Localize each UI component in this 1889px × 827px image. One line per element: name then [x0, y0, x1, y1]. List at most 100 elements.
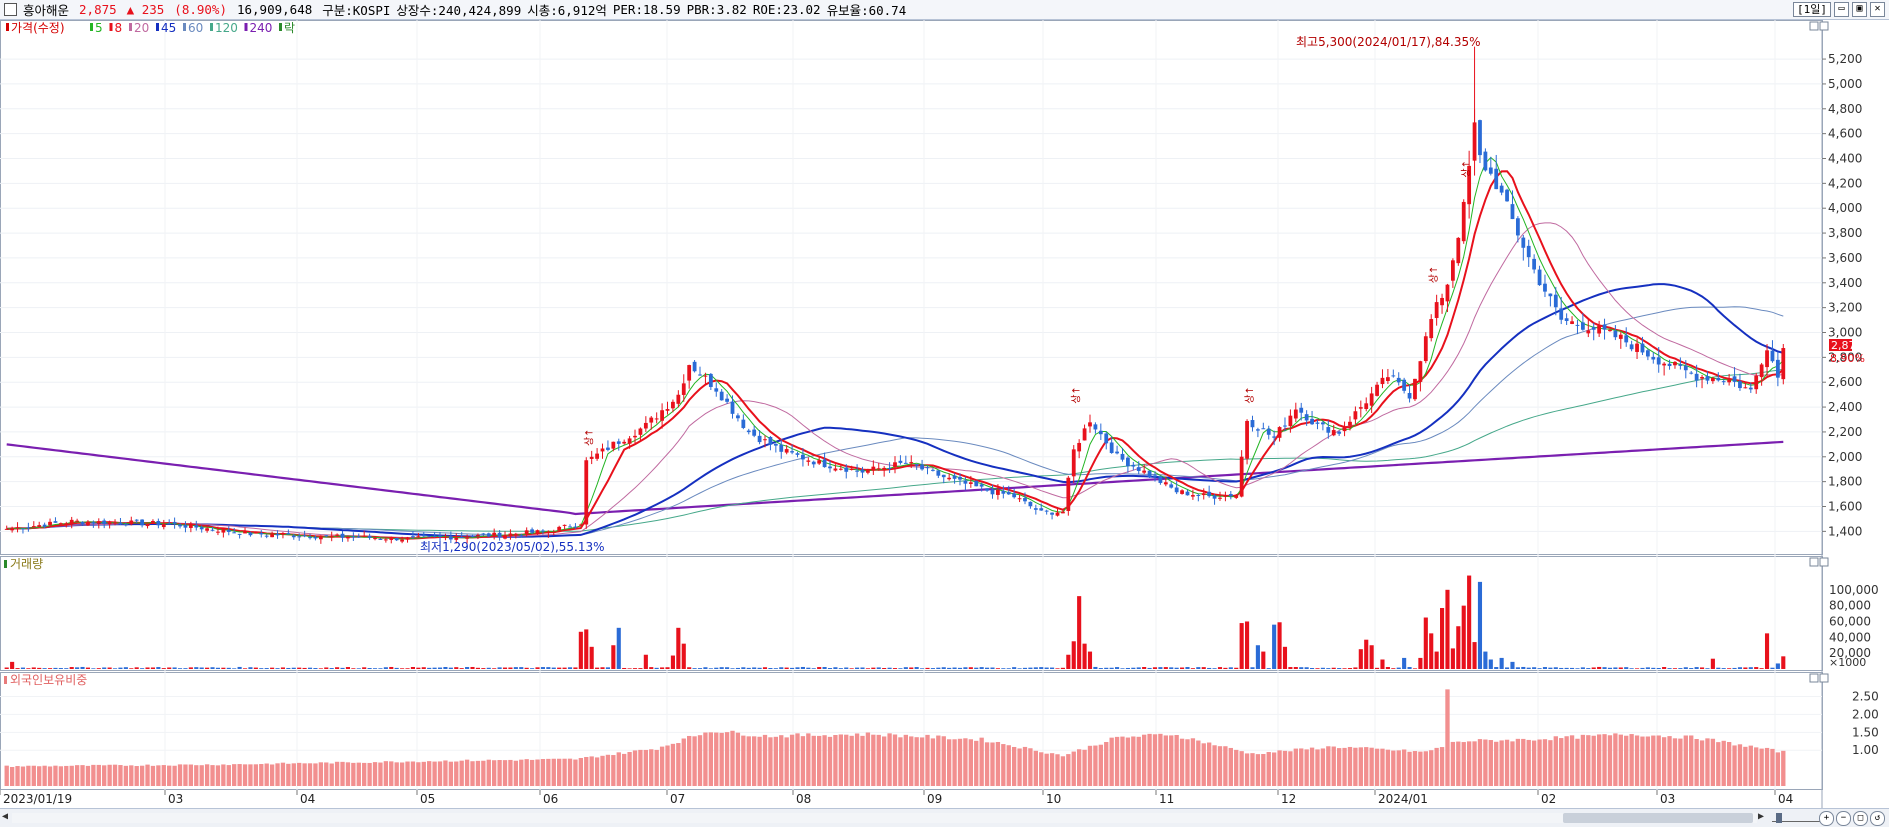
- foreign-ownership-bar: [204, 764, 210, 786]
- price-tick-label: 4,600: [1828, 127, 1862, 141]
- volume-bar: [1142, 667, 1147, 669]
- volume-bar: [85, 667, 91, 669]
- volume-bar: [1613, 667, 1618, 669]
- volume-bar: [654, 667, 659, 669]
- candle-body: [1434, 302, 1439, 318]
- candle-body: [1293, 409, 1298, 419]
- volume-bar: [1499, 657, 1504, 669]
- foreign-ownership-bar: [654, 749, 659, 786]
- candle-body: [909, 462, 914, 464]
- price-tick-label: 1,600: [1828, 500, 1862, 514]
- foreign-ownership-bar: [957, 738, 963, 786]
- volume-bar: [448, 667, 453, 669]
- volume-bar: [1320, 667, 1325, 669]
- candle-body: [1689, 372, 1694, 374]
- candle-body: [432, 535, 437, 537]
- foreign-ownership-bar: [627, 752, 632, 786]
- foreign-ownership-bar: [719, 732, 724, 786]
- foreign-ownership-bar: [102, 765, 107, 786]
- x-tick-label: 02: [1541, 792, 1556, 806]
- volume-bar: [1515, 667, 1520, 669]
- volume-bar: [1607, 667, 1613, 669]
- scroll-track[interactable]: [12, 813, 1757, 823]
- foreign-ownership-bar: [134, 766, 139, 786]
- volume-bar: [1272, 624, 1277, 669]
- foreign-ownership-bar: [1136, 736, 1141, 786]
- foreign-ownership-bar: [1661, 737, 1667, 786]
- price-chart-area[interactable]: 5,200 5,000 4,800 4,600 4,400 4,200 4,000 3,800…: [0, 0, 1889, 808]
- foreign-ownership-bar: [286, 763, 291, 786]
- candle-body: [373, 538, 377, 540]
- foreign-tick-label: 2.50: [1852, 690, 1879, 704]
- candle-body: [1272, 436, 1277, 438]
- volume-bar: [757, 667, 762, 669]
- foreign-ownership-bar: [963, 738, 968, 786]
- foreign-ownership-bar: [1369, 747, 1374, 786]
- candle-body: [936, 470, 941, 476]
- candle-body: [102, 520, 107, 525]
- candle-body: [1223, 495, 1228, 497]
- candle-body: [324, 535, 329, 537]
- high-annotation: 최고5,300(2024/01/17),84.35%: [1296, 35, 1481, 49]
- candle-body: [541, 530, 545, 532]
- volume-bar: [492, 668, 497, 669]
- candle-body: [616, 441, 621, 444]
- x-tick-label: 05: [420, 792, 435, 806]
- foreign-ownership-bar: [1634, 735, 1640, 786]
- candle-body: [1450, 260, 1455, 281]
- candle-body: [1039, 508, 1044, 511]
- candle-body: [773, 443, 778, 446]
- volume-bar: [660, 667, 665, 669]
- candle-body: [1369, 393, 1374, 406]
- candle-body: [931, 469, 935, 471]
- foreign-ownership-bar: [1255, 754, 1261, 786]
- candle-body: [903, 462, 908, 464]
- volume-bar: [194, 667, 199, 669]
- volume-bar: [692, 668, 697, 669]
- foreign-ownership-bar: [91, 764, 96, 786]
- volume-bar: [925, 667, 930, 669]
- zoom-fit-icon[interactable]: □: [1853, 811, 1868, 826]
- volume-bar: [1315, 668, 1320, 669]
- volume-bar: [432, 667, 437, 669]
- zoom-out-icon[interactable]: −: [1836, 811, 1851, 826]
- candle-body: [465, 537, 469, 539]
- foreign-ownership-bar: [1710, 738, 1716, 786]
- candle-body: [1391, 375, 1396, 377]
- scroll-thumb[interactable]: [1563, 813, 1753, 823]
- scroll-right-icon[interactable]: ▶: [1758, 811, 1764, 822]
- zoom-slider-knob[interactable]: [1776, 813, 1782, 823]
- volume-bar: [1299, 667, 1304, 669]
- candle-body: [849, 468, 854, 471]
- x-tick-label: 07: [670, 792, 685, 806]
- candle-body: [1098, 430, 1103, 435]
- zoom-reset-icon[interactable]: ↺: [1870, 811, 1885, 826]
- volume-bar: [1656, 667, 1661, 669]
- candle-body: [221, 529, 226, 533]
- panel-control-buttons[interactable]: [1809, 21, 1829, 683]
- candle-body: [37, 525, 42, 527]
- ma240-line: [6, 440, 1784, 516]
- zoom-in-icon[interactable]: +: [1819, 811, 1834, 826]
- volume-bar: [1716, 667, 1721, 669]
- volume-bar: [800, 666, 805, 669]
- volume-bar: [540, 667, 545, 669]
- candle-body: [676, 394, 681, 404]
- candle-body: [1245, 420, 1249, 459]
- candle-body: [1656, 357, 1661, 365]
- foreign-ownership-bar: [1667, 736, 1672, 786]
- volume-bar: [632, 668, 638, 669]
- foreign-ownership-bar: [37, 766, 42, 786]
- candle-body: [524, 530, 529, 534]
- foreign-ownership-bar: [1721, 740, 1726, 786]
- foreign-ownership-bar: [470, 761, 475, 786]
- scroll-left-icon[interactable]: ◀: [2, 811, 8, 822]
- volume-bar: [1255, 645, 1260, 669]
- candle-body: [1748, 387, 1753, 390]
- volume-bar: [790, 667, 795, 669]
- foreign-ownership-bar: [454, 761, 459, 786]
- candle-body: [1521, 237, 1526, 248]
- volume-bar: [1781, 656, 1786, 669]
- candle-body: [844, 467, 849, 472]
- candle-body: [606, 447, 610, 450]
